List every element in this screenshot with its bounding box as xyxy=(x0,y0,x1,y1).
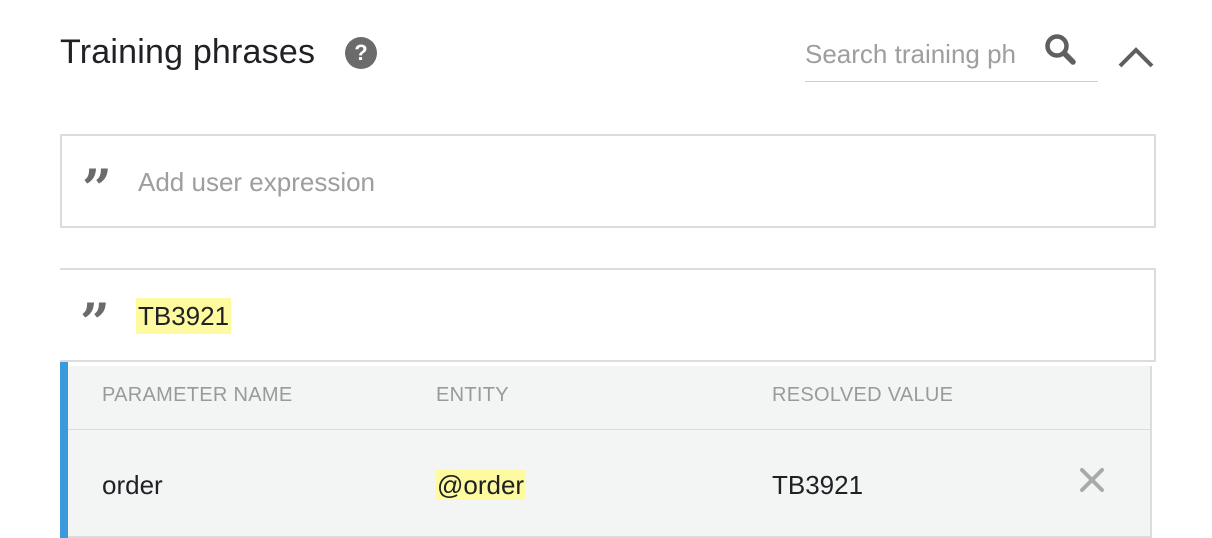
parameters-table-header: PARAMETER NAME ENTITY RESOLVED VALUE xyxy=(68,366,1150,430)
column-header-resolved-value: RESOLVED VALUE xyxy=(772,384,954,406)
training-phrase-row[interactable]: ” TB3921 xyxy=(60,268,1156,362)
training-phrase-card: ” TB3921 PARAMETER NAME ENTITY RESOLVED … xyxy=(60,268,1156,538)
search-input[interactable] xyxy=(805,34,1033,74)
close-icon[interactable] xyxy=(1078,466,1106,494)
entity-cell[interactable]: @order xyxy=(436,468,526,502)
training-phrases-section: Training phrases ? ” ” TB3921 PARAMETER … xyxy=(0,0,1212,538)
search-icon[interactable] xyxy=(1041,30,1081,70)
help-icon[interactable]: ? xyxy=(345,37,377,69)
parameters-table: PARAMETER NAME ENTITY RESOLVED VALUE ord… xyxy=(68,366,1152,538)
entity-value: @order xyxy=(436,470,526,500)
quote-icon: ” xyxy=(82,159,112,220)
add-user-expression-box: ” xyxy=(60,134,1156,228)
training-phrase-text[interactable]: TB3921 xyxy=(136,298,232,334)
parameter-name-cell[interactable]: order xyxy=(102,468,163,502)
section-title: Training phrases xyxy=(60,33,316,71)
resolved-value-cell[interactable]: TB3921 xyxy=(772,468,863,502)
chevron-up-icon[interactable] xyxy=(1114,36,1158,76)
table-row: order @order TB3921 xyxy=(68,430,1150,538)
column-header-parameter-name: PARAMETER NAME xyxy=(102,384,293,406)
search-box xyxy=(805,28,1098,82)
add-user-expression-input[interactable] xyxy=(138,160,1118,204)
column-header-entity: ENTITY xyxy=(436,384,509,406)
quote-icon: ” xyxy=(80,293,110,354)
